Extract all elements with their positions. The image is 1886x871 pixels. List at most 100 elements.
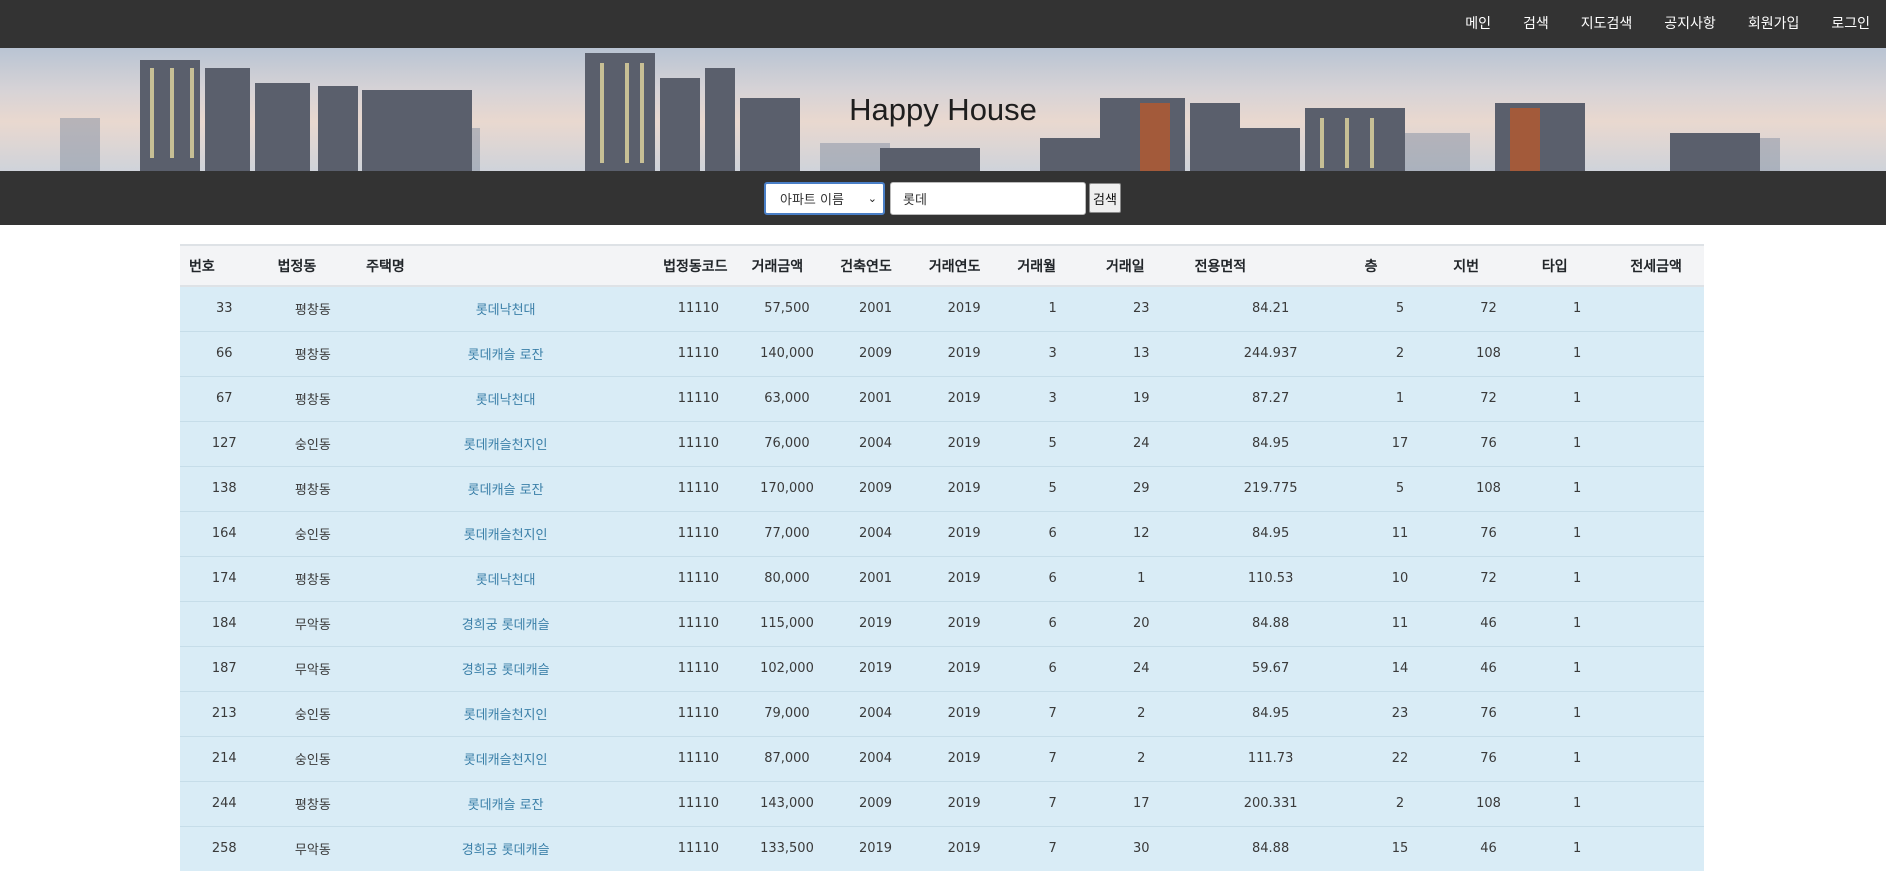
table-cell: 11110 xyxy=(677,841,720,857)
table-cell: 23 xyxy=(1391,706,1409,721)
column-header: 법정동코드 xyxy=(663,258,728,275)
nav-login-link[interactable]: 로그인 xyxy=(1815,0,1886,48)
table-row: 258 무악동 경희궁 롯데캐슬 11110 133,500 2019 2019 7 30 84.… xyxy=(180,826,1704,871)
apartment-name-link[interactable]: 롯데낙천대 xyxy=(357,376,654,421)
table-cell: 2019 xyxy=(947,661,981,676)
apartment-name-link[interactable]: 롯데낙천대 xyxy=(357,556,654,601)
table-cell: 11110 xyxy=(677,391,720,406)
nav-item: 검색 xyxy=(1507,0,1565,48)
table-cell: 57,500 xyxy=(764,301,810,317)
table-cell: 평창동 xyxy=(294,348,331,363)
nav-signup-link[interactable]: 회원가입 xyxy=(1732,0,1816,48)
column-header: 주택명 xyxy=(366,258,405,275)
apartment-name-link[interactable]: 롯데캐슬천지인 xyxy=(357,511,654,556)
nav-map-search-link[interactable]: 지도검색 xyxy=(1565,0,1649,48)
chevron-down-icon: ⌄ xyxy=(867,192,877,205)
table-cell xyxy=(1621,556,1704,601)
table-cell: 244.937 xyxy=(1243,346,1298,361)
table-cell: 244 xyxy=(211,796,237,811)
apartment-name-link[interactable]: 롯데캐슬 로잔 xyxy=(357,781,654,826)
table-cell: 2001 xyxy=(858,571,893,586)
apartment-name-link[interactable]: 경희궁 롯데캐슬 xyxy=(357,646,654,691)
table-cell xyxy=(1621,331,1704,376)
table-cell: 1 xyxy=(1572,751,1582,766)
table-cell: 14 xyxy=(1391,661,1409,676)
table-cell: 2019 xyxy=(947,481,981,496)
table-row: 187 무악동 경희궁 롯데캐슬 11110 102,000 2019 2019 6 24 59.… xyxy=(180,646,1704,691)
table-cell: 2004 xyxy=(858,706,893,721)
table-cell: 33 xyxy=(216,301,233,317)
table-cell: 11110 xyxy=(677,751,720,766)
table-cell: 22 xyxy=(1391,751,1409,766)
table-cell: 72 xyxy=(1480,391,1497,406)
table-cell: 11110 xyxy=(677,481,720,496)
table-cell: 214 xyxy=(211,751,237,766)
column-header: 지번 xyxy=(1453,258,1480,275)
table-cell: 66 xyxy=(216,346,233,361)
table-cell: 6 xyxy=(1048,571,1057,586)
apartment-name-link[interactable]: 경희궁 롯데캐슬 xyxy=(357,601,654,646)
table-cell: 102,000 xyxy=(760,661,814,676)
search-button[interactable]: 검색 xyxy=(1089,183,1121,213)
table-cell: 46 xyxy=(1480,616,1497,631)
apartment-name-link[interactable]: 롯데캐슬천지인 xyxy=(357,736,654,781)
table-cell xyxy=(1621,421,1704,466)
table-cell: 164 xyxy=(211,526,237,541)
table-cell: 5 xyxy=(1395,301,1405,317)
table-cell: 11110 xyxy=(677,436,720,451)
nav-item: 공지사항 xyxy=(1648,0,1732,48)
column-header: 전세금액 xyxy=(1630,258,1682,275)
table-cell: 무악동 xyxy=(294,843,331,859)
column-header: 거래월 xyxy=(1017,258,1057,275)
search-input[interactable]: 롯데 xyxy=(890,182,1086,215)
apartment-name-link[interactable]: 경희궁 롯데캐슬 xyxy=(357,826,654,871)
table-cell: 76 xyxy=(1480,706,1497,721)
nav-notice-link[interactable]: 공지사항 xyxy=(1648,0,1732,48)
table-cell: 2 xyxy=(1137,751,1146,766)
table-cell: 87.27 xyxy=(1252,391,1290,406)
apartment-name-link[interactable]: 롯데캐슬 로잔 xyxy=(357,466,654,511)
table-cell: 7 xyxy=(1048,796,1057,811)
table-cell: 2 xyxy=(1395,346,1405,361)
table-cell xyxy=(1621,781,1704,826)
table-cell: 84.21 xyxy=(1252,301,1290,317)
table-cell: 2019 xyxy=(947,346,981,361)
table-cell xyxy=(1621,736,1704,781)
table-cell xyxy=(1621,466,1704,511)
table-cell: 평창동 xyxy=(294,573,331,588)
apartment-name-link[interactable]: 롯데낙천대 xyxy=(357,286,654,331)
table-cell: 5 xyxy=(1395,481,1405,496)
apartment-name-link[interactable]: 롯데캐슬 로잔 xyxy=(357,331,654,376)
table-cell: 1 xyxy=(1572,841,1582,857)
search-type-select[interactable]: 아파트 이름 ⌄ xyxy=(764,182,885,215)
table-cell: 133,500 xyxy=(760,841,814,857)
table-cell: 79,000 xyxy=(764,706,810,721)
table-cell: 72 xyxy=(1480,571,1497,586)
table-cell: 80,000 xyxy=(764,571,810,586)
table-cell: 11110 xyxy=(677,661,720,676)
table-cell: 평창동 xyxy=(294,798,331,813)
table-cell: 11110 xyxy=(677,346,720,361)
table-cell: 2 xyxy=(1395,796,1405,811)
table-cell: 170,000 xyxy=(760,481,814,496)
table-cell: 59.67 xyxy=(1252,661,1290,676)
table-cell: 12 xyxy=(1133,526,1150,541)
nav-item: 회원가입 xyxy=(1732,0,1816,48)
table-cell: 11110 xyxy=(677,796,720,811)
table-cell: 143,000 xyxy=(760,796,814,811)
table-cell: 17 xyxy=(1133,796,1150,811)
table-cell: 2019 xyxy=(947,571,981,586)
column-header: 거래일 xyxy=(1105,258,1145,275)
table-cell: 6 xyxy=(1048,616,1057,631)
table-cell: 1 xyxy=(1572,706,1582,721)
table-cell xyxy=(1621,286,1704,331)
apartment-name-link[interactable]: 롯데캐슬천지인 xyxy=(357,691,654,736)
nav-menu: 메인 검색 지도검색 공지사항 회원가입 로그인 xyxy=(1449,0,1886,48)
table-row: 213 숭인동 롯데캐슬천지인 11110 79,000 2004 2019 7 2 84.95 2… xyxy=(180,691,1704,736)
table-cell: 46 xyxy=(1480,841,1497,857)
table-cell: 11110 xyxy=(677,571,720,586)
table-row: 33 평창동 롯데낙천대 11110 57,500 2001 2019 1 23 84.21 5 72… xyxy=(180,286,1704,331)
nav-main-link[interactable]: 메인 xyxy=(1449,0,1507,48)
apartment-name-link[interactable]: 롯데캐슬천지인 xyxy=(357,421,654,466)
nav-search-link[interactable]: 검색 xyxy=(1507,0,1565,48)
